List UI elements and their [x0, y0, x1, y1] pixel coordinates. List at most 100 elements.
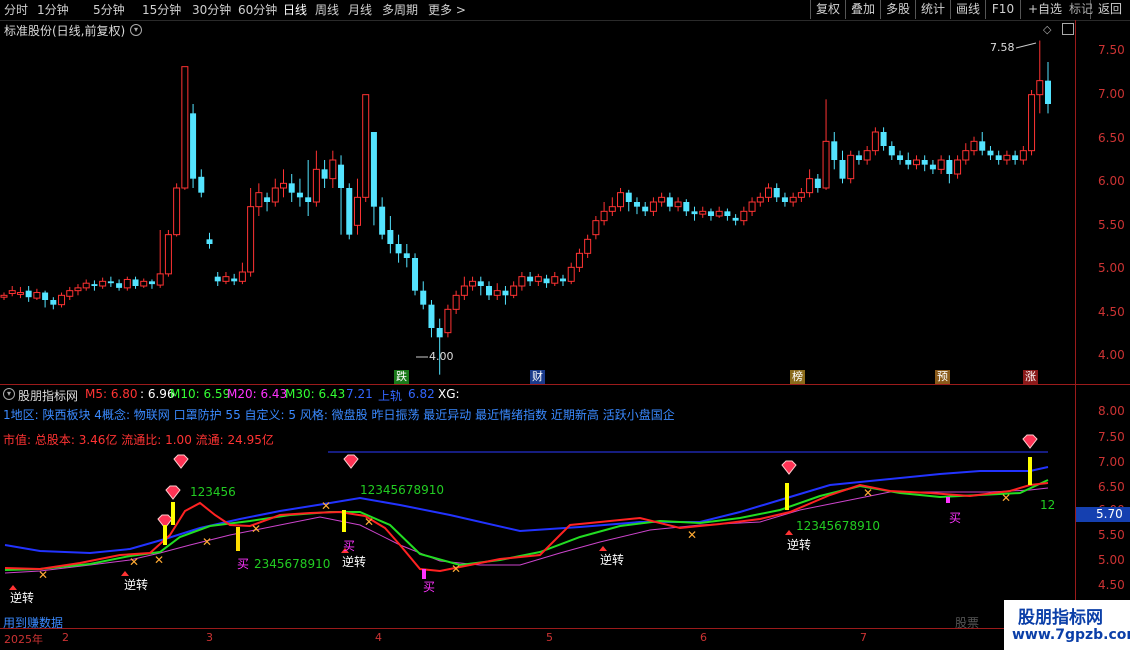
event-marker-finance[interactable]: 财 [530, 370, 545, 384]
candle-body[interactable] [888, 146, 895, 156]
overlay-button[interactable]: 叠加 [845, 0, 880, 19]
candle-body[interactable] [912, 159, 920, 166]
candle-body[interactable] [814, 178, 821, 188]
candle-body[interactable] [715, 210, 723, 217]
candle-body[interactable] [42, 292, 49, 300]
candle-body[interactable] [460, 285, 468, 296]
candle-body[interactable] [33, 292, 41, 299]
candle-body[interactable] [781, 197, 788, 202]
candle-body[interactable] [0, 294, 8, 298]
candle-body[interactable] [107, 281, 114, 284]
candle-body[interactable] [82, 282, 90, 289]
add-watchlist-button[interactable]: +自选 [1020, 0, 1069, 19]
candle-body[interactable] [559, 278, 566, 282]
candle-body[interactable] [206, 239, 213, 244]
candle-body[interactable] [173, 187, 181, 236]
candle-body[interactable] [338, 164, 345, 188]
candle-body[interactable] [403, 253, 410, 258]
candle-body[interactable] [379, 206, 386, 235]
candle-body[interactable] [156, 273, 164, 286]
candle-body[interactable] [329, 159, 337, 180]
candle-body[interactable] [765, 187, 773, 198]
period-tab-daily[interactable]: 日线 [283, 1, 307, 18]
candle-body[interactable] [271, 187, 279, 203]
candle-body[interactable] [699, 210, 707, 215]
candle-body[interactable] [831, 141, 838, 160]
candle-body[interactable] [608, 206, 616, 212]
candle-body[interactable] [855, 155, 862, 160]
candle-body[interactable] [452, 294, 460, 310]
event-marker-drop[interactable]: 跌 [394, 370, 409, 384]
candle-body[interactable] [707, 211, 714, 216]
candle-body[interactable] [929, 164, 936, 170]
restore-rights-button[interactable]: 复权 [810, 0, 845, 19]
candle-body[interactable] [255, 192, 263, 208]
candle-body[interactable] [198, 176, 205, 193]
candle-body[interactable] [312, 168, 320, 203]
candle-body[interactable] [91, 284, 98, 286]
candle-body[interactable] [666, 197, 673, 207]
candle-body[interactable] [921, 160, 928, 165]
candle-body[interactable] [477, 281, 484, 286]
candle-body[interactable] [1003, 154, 1011, 161]
candle-body[interactable] [946, 160, 953, 174]
candle-body[interactable] [123, 278, 131, 289]
candle-body[interactable] [897, 155, 904, 160]
candle-body[interactable] [214, 276, 221, 282]
candle-body[interactable] [148, 281, 155, 285]
candle-body[interactable] [132, 279, 139, 286]
candle-body[interactable] [905, 160, 912, 165]
period-tab-weekly[interactable]: 周线 [315, 1, 339, 18]
candle-body[interactable] [493, 290, 501, 296]
candle-body[interactable] [510, 285, 518, 296]
candle-body[interactable] [642, 206, 649, 212]
mark-button[interactable]: 标记 [1069, 0, 1093, 19]
candle-body[interactable] [773, 188, 780, 198]
period-tab-5min[interactable]: 5分钟 [93, 1, 125, 18]
candle-body[interactable] [264, 197, 271, 202]
candle-body[interactable] [674, 201, 682, 208]
period-tab-more[interactable]: 更多 > [428, 1, 466, 18]
candle-body[interactable] [1012, 155, 1019, 160]
candle-body[interactable] [25, 290, 32, 298]
candle-body[interactable] [806, 178, 814, 194]
candle-body[interactable] [789, 196, 797, 203]
multi-stock-button[interactable]: 多股 [880, 0, 915, 19]
candle-body[interactable] [1036, 80, 1044, 96]
candlestick-chart[interactable] [0, 20, 1076, 384]
candle-body[interactable] [649, 201, 657, 212]
candle-body[interactable] [724, 211, 731, 216]
candle-body[interactable] [288, 183, 295, 193]
candle-body[interactable] [66, 290, 74, 297]
candle-body[interactable] [1019, 150, 1027, 161]
candle-body[interactable] [871, 131, 879, 152]
candle-body[interactable] [16, 292, 24, 295]
candle-body[interactable] [518, 276, 526, 287]
candle-body[interactable] [222, 276, 230, 282]
period-tab-multi[interactable]: 多周期 [382, 1, 418, 18]
candle-body[interactable] [321, 169, 328, 179]
event-marker-ranking[interactable]: 榜 [790, 370, 805, 384]
candle-body[interactable] [346, 188, 353, 235]
event-marker-forecast[interactable]: 预 [935, 370, 950, 384]
candle-body[interactable] [797, 192, 805, 198]
candle-body[interactable] [296, 192, 303, 198]
candle-body[interactable] [847, 154, 855, 180]
candle-body[interactable] [600, 210, 608, 222]
candle-body[interactable] [164, 234, 172, 275]
candle-body[interactable] [362, 94, 370, 198]
candle-body[interactable] [756, 196, 764, 203]
candle-body[interactable] [822, 140, 830, 189]
candle-body[interactable] [428, 304, 435, 328]
candle-body[interactable] [575, 252, 583, 268]
candle-body[interactable] [116, 283, 123, 288]
back-button[interactable]: 返回 [1090, 0, 1129, 19]
candle-body[interactable] [987, 150, 994, 156]
f10-button[interactable]: F10 [985, 0, 1020, 19]
candle-body[interactable] [979, 141, 986, 151]
candle-body[interactable] [584, 238, 592, 254]
candle-body[interactable] [279, 182, 287, 189]
candle-body[interactable] [502, 290, 509, 296]
period-tab-15min[interactable]: 15分钟 [142, 1, 181, 18]
candle-body[interactable] [436, 328, 443, 338]
